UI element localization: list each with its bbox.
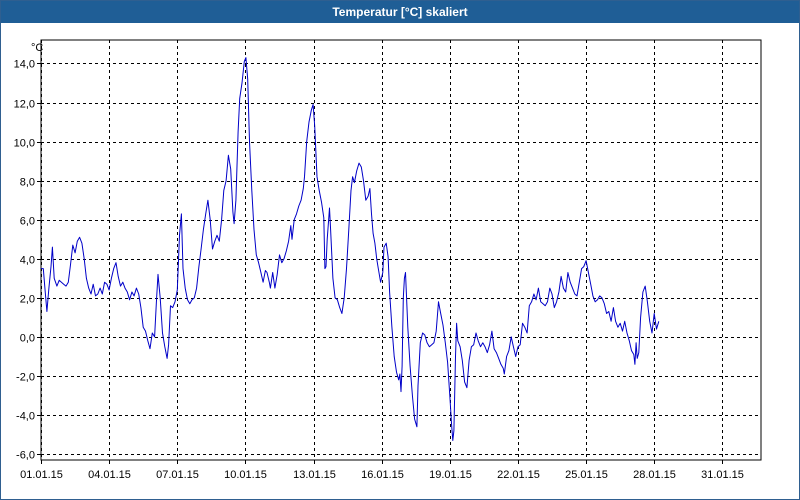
- x-tick-label: 16.01.15: [361, 469, 404, 481]
- y-tick-label: 6,0: [20, 216, 35, 228]
- y-tick-label: -6,0: [16, 450, 35, 462]
- y-tick-label: 8,0: [20, 177, 35, 189]
- line-chart: -6,0 -4,0 -2,0 0,0 2,0 4,0 6,0 8,0 10,0 12,0 14,0 0…: [14, 39, 762, 481]
- x-tick-label: 13.01.15: [293, 469, 336, 481]
- series-line-temperature: [41, 57, 660, 441]
- x-tick-label: 07.01.15: [156, 469, 199, 481]
- y-tick-label: -2,0: [16, 372, 35, 384]
- x-tick-label: 31.01.15: [701, 469, 744, 481]
- x-tick-label: 28.01.15: [633, 469, 676, 481]
- grid-lines: [37, 39, 762, 464]
- y-tick-label: 0,0: [20, 333, 35, 345]
- x-tick-label: 04.01.15: [88, 469, 131, 481]
- x-tick-label: 01.01.15: [20, 469, 63, 481]
- y-tick-label: 4,0: [20, 255, 35, 267]
- x-tick-label: 25.01.15: [565, 469, 608, 481]
- y-tick-label: 12,0: [14, 99, 35, 111]
- y-tick-label: 10,0: [14, 138, 35, 150]
- y-tick-label: 2,0: [20, 294, 35, 306]
- y-tick-label: -4,0: [16, 411, 35, 423]
- series-layer: [41, 57, 660, 441]
- y-unit-label: °C: [31, 42, 43, 54]
- x-tick-label: 19.01.15: [429, 469, 472, 481]
- window-title: Temperatur [°C] skaliert: [1, 1, 799, 23]
- chart-window: Temperatur [°C] skaliert -6,0 -4,0 -2,0 0,0…: [0, 0, 800, 500]
- x-tick-label: 10.01.15: [224, 469, 267, 481]
- y-tick-label: 14,0: [14, 59, 35, 71]
- x-tick-label: 22.01.15: [497, 469, 540, 481]
